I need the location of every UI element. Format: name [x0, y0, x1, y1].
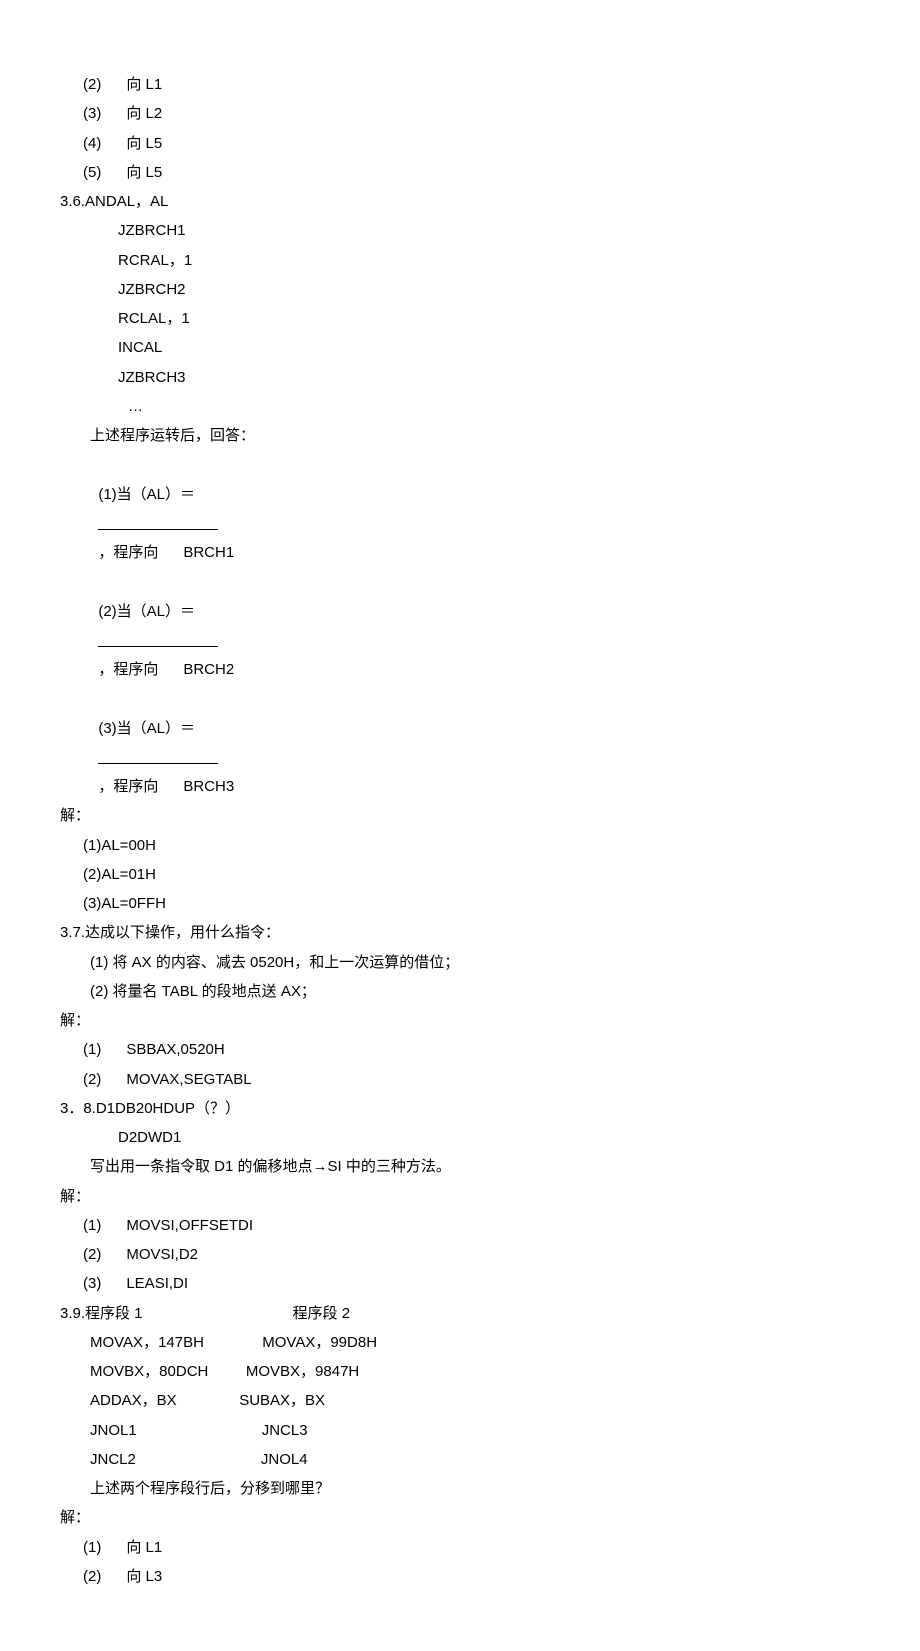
text-line: RCRAL，1	[60, 246, 860, 275]
text-line: (1) SBBAX,0520H	[60, 1035, 860, 1064]
blank-underline	[98, 631, 218, 647]
text-line: 3.6.ANDAL，AL	[60, 187, 860, 216]
question-prefix: (2)当（AL）＝	[98, 603, 195, 620]
text-line: INCAL	[60, 333, 860, 362]
text-line: (2)当（AL）＝ ，程序向 BRCH2	[60, 567, 860, 684]
text-line: JZBRCH1	[60, 216, 860, 245]
blank-underline	[98, 514, 218, 530]
text-line: 3.7.达成以下操作，用什么指令：	[60, 918, 860, 947]
question-suffix: ，程序向 BRCH2	[98, 661, 234, 678]
text-line: (3) 向 L2	[60, 99, 860, 128]
text-line: …	[60, 392, 860, 421]
text-line: (1) 向 L1	[60, 1533, 860, 1562]
text-line: 上述两个程序段行后，分移到哪里？	[60, 1474, 860, 1503]
text-line: (1)当（AL）＝ ，程序向 BRCH1	[60, 450, 860, 567]
text-line: (2) 向 L1	[60, 70, 860, 99]
text-line: 写出用一条指令取 D1 的偏移地点→SI 中的三种方法。	[60, 1152, 860, 1181]
text-line: 解：	[60, 1006, 860, 1035]
text-line: (2) MOVAX,SEGTABL	[60, 1065, 860, 1094]
text-line: RCLAL，1	[60, 304, 860, 333]
text-line: JZBRCH3	[60, 363, 860, 392]
text-line: (2) 向 L3	[60, 1562, 860, 1591]
text-line: ADDAX，BX SUBAX，BX	[60, 1386, 860, 1415]
text-line: 3．8.D1DB20HDUP（？）	[60, 1094, 860, 1123]
text-line: MOVBX，80DCH MOVBX，9847H	[60, 1357, 860, 1386]
question-suffix: ，程序向 BRCH3	[98, 778, 234, 795]
text-line: JZBRCH2	[60, 275, 860, 304]
text-line: (1)AL=00H	[60, 831, 860, 860]
text-line: (1) 将 AX 的内容、减去 0520H，和上一次运算的借位；	[60, 948, 860, 977]
text-line: JNOL1 JNCL3	[60, 1416, 860, 1445]
text-line: (5) 向 L5	[60, 158, 860, 187]
text-line: 解：	[60, 1503, 860, 1532]
text-line: (3)AL=0FFH	[60, 889, 860, 918]
question-prefix: (1)当（AL）＝	[98, 486, 195, 503]
text-line: (2) 将量名 TABL 的段地点送 AX；	[60, 977, 860, 1006]
text-line: (1) MOVSI,OFFSETDI	[60, 1211, 860, 1240]
text-line: (3)当（AL）＝ ，程序向 BRCH3	[60, 684, 860, 801]
text-line: MOVAX，147BH MOVAX，99D8H	[60, 1328, 860, 1357]
text-line: JNCL2 JNOL4	[60, 1445, 860, 1474]
blank-underline	[98, 748, 218, 764]
text-line: (4) 向 L5	[60, 129, 860, 158]
text-line: (2)AL=01H	[60, 860, 860, 889]
text-line: D2DWD1	[60, 1123, 860, 1152]
question-prefix: (3)当（AL）＝	[98, 720, 195, 737]
text-line: 上述程序运转后，回答：	[60, 421, 860, 450]
text-line: (3) LEASI,DI	[60, 1269, 860, 1298]
text-line: 解：	[60, 1182, 860, 1211]
text-line: 解：	[60, 801, 860, 830]
question-suffix: ，程序向 BRCH1	[98, 544, 234, 561]
text-line: (2) MOVSI,D2	[60, 1240, 860, 1269]
